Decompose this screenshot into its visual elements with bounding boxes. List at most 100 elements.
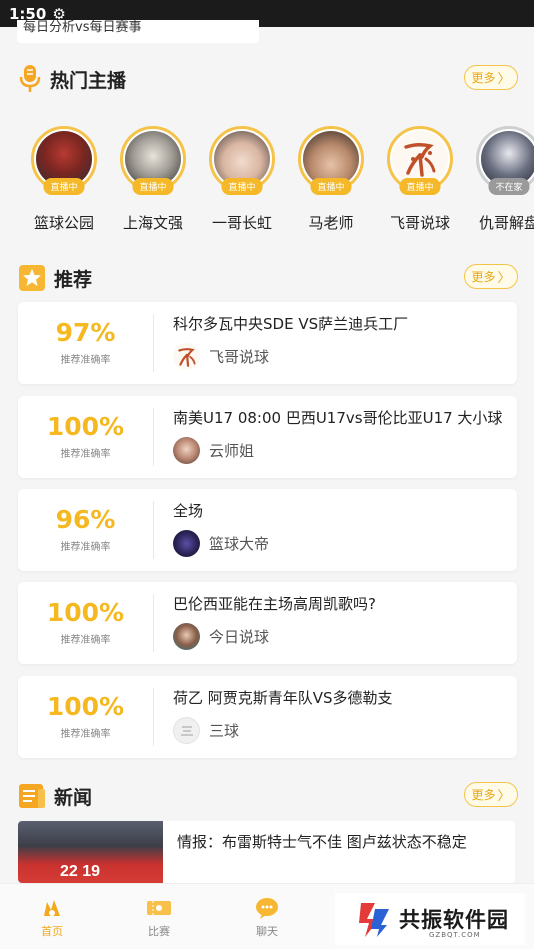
author-avatar: [173, 530, 200, 557]
chevron-right-icon: 〉: [497, 271, 511, 286]
host-item[interactable]: 直播中 马老师: [286, 126, 376, 233]
news-item-title: 情报：布雷斯特士气不佳 图卢兹状态不稳定: [177, 833, 467, 851]
news-header: 新闻 更多〉: [18, 779, 518, 813]
accuracy-label: 推荐准确率: [60, 729, 111, 740]
previous-item-card[interactable]: 每日分析vs每日赛事: [17, 20, 259, 43]
host-name: 仇哥解盘: [478, 214, 534, 232]
host-item[interactable]: 直播中 飞哥说球: [375, 126, 465, 233]
host-avatar: 不在家: [476, 126, 534, 195]
hot-hosts-header: 热门主播 更多〉: [18, 62, 518, 96]
divider: [153, 594, 154, 652]
more-label: 更多: [471, 71, 496, 85]
chevron-right-icon: 〉: [497, 789, 511, 804]
accuracy-rate: 100%: [46, 412, 125, 441]
nav-matches-label: 比赛: [148, 925, 170, 938]
recommend-icon: [19, 265, 45, 291]
author-name: 今日说球: [209, 628, 270, 646]
accuracy-label: 推荐准确率: [60, 355, 111, 366]
news-icon: [19, 784, 45, 808]
live-badge: 直播中: [310, 178, 352, 195]
nav-matches[interactable]: 比赛: [129, 896, 189, 939]
recommend-card[interactable]: 96% 推荐准确率 全场 篮球大帝: [18, 489, 517, 571]
live-badge: 直播中: [221, 178, 263, 195]
accuracy-label: 推荐准确率: [60, 449, 111, 460]
three-lines-icon: [180, 725, 193, 736]
author-name: 三球: [209, 722, 240, 740]
accuracy-rate: 97%: [55, 318, 116, 347]
fei-logo-icon: [404, 142, 436, 177]
author: 三球: [173, 717, 239, 744]
author: 飞哥说球: [173, 343, 269, 370]
hot-hosts-title: 热门主播: [50, 69, 127, 92]
microphone-icon: [19, 65, 41, 92]
divider: [153, 314, 154, 372]
accuracy-label: 推荐准确率: [60, 635, 111, 646]
news-title: 新闻: [54, 786, 93, 809]
jersey-numbers: 22 19: [60, 863, 101, 880]
nav-chat[interactable]: 聊天: [237, 896, 297, 939]
recommend-title: 推荐: [54, 268, 93, 291]
recommend-header: 推荐 更多〉: [18, 261, 518, 295]
author-avatar: [173, 717, 200, 744]
watermark-text: 共振软件园: [399, 908, 509, 932]
divider: [153, 408, 154, 466]
watermark: 共振软件园 GZBQT.COM: [335, 893, 525, 945]
live-badge: 直播中: [132, 178, 174, 195]
divider: [153, 688, 154, 746]
nav-home[interactable]: 首页: [22, 896, 82, 939]
ticket-icon: [146, 896, 172, 920]
offline-badge: 不在家: [488, 178, 530, 195]
accuracy-rate: 100%: [46, 692, 125, 721]
nav-home-label: 首页: [41, 925, 63, 938]
author-name: 云师姐: [209, 442, 255, 460]
recommend-title-text: 科尔多瓦中央SDE VS萨兰迪兵工厂: [173, 315, 409, 333]
host-avatar: 直播中: [120, 126, 186, 195]
host-name: 一哥长虹: [211, 214, 272, 232]
accuracy-rate: 100%: [46, 598, 125, 627]
author-avatar: [173, 343, 200, 370]
host-avatar: 直播中: [31, 126, 97, 195]
host-name: 上海文强: [122, 214, 183, 232]
chat-icon: [254, 896, 280, 920]
author: 今日说球: [173, 623, 269, 650]
divider: [153, 501, 154, 559]
host-item[interactable]: 直播中 一哥长虹: [197, 126, 287, 233]
previous-item-text: 每日分析vs每日赛事: [23, 20, 142, 35]
news-card[interactable]: 22 19 情报：布雷斯特士气不佳 图卢兹状态不稳定: [18, 821, 515, 883]
host-avatar: 直播中: [209, 126, 275, 195]
more-label: 更多: [471, 788, 496, 802]
live-badge: 直播中: [43, 178, 85, 195]
home-icon: [39, 896, 65, 920]
host-item[interactable]: 不在家 仇哥解盘: [464, 126, 534, 233]
recommend-card[interactable]: 100% 推荐准确率 荷乙 阿贾克斯青年队VS多德勒支 三球: [18, 676, 517, 758]
recommend-card[interactable]: 100% 推荐准确率 南美U17 08:00 巴西U17vs哥伦比亚U17 大小…: [18, 396, 517, 478]
recommend-title-text: 巴伦西亚能在主场高周凯歌吗?: [173, 595, 376, 613]
host-name: 飞哥说球: [389, 214, 450, 232]
recommend-card[interactable]: 100% 推荐准确率 巴伦西亚能在主场高周凯歌吗? 今日说球: [18, 582, 517, 664]
recommend-title-text: 荷乙 阿贾克斯青年队VS多德勒支: [173, 689, 393, 707]
recommend-card[interactable]: 97% 推荐准确率 科尔多瓦中央SDE VS萨兰迪兵工厂 飞哥说球: [18, 302, 517, 384]
author-avatar: [173, 623, 200, 650]
recommend-title-text: 全场: [173, 502, 204, 520]
host-item[interactable]: 直播中 篮球公园: [19, 126, 109, 233]
host-item[interactable]: 直播中 上海文强: [108, 126, 198, 233]
hot-hosts-more-button[interactable]: 更多〉: [464, 65, 518, 90]
host-avatar: 直播中: [387, 126, 453, 195]
host-name: 马老师: [308, 214, 354, 232]
hosts-row: 直播中 篮球公园 直播中 上海文强 直播中 一哥长虹 直播中 马老师 直播中 飞…: [0, 126, 534, 236]
fei-logo-icon: [177, 347, 196, 367]
more-label: 更多: [471, 270, 496, 284]
chevron-right-icon: 〉: [497, 72, 511, 87]
news-more-button[interactable]: 更多〉: [464, 782, 518, 807]
host-avatar: 直播中: [298, 126, 364, 195]
author-name: 飞哥说球: [209, 348, 270, 366]
watermark-logo-icon: [359, 903, 389, 937]
author-avatar: [173, 437, 200, 464]
recommend-title-text: 南美U17 08:00 巴西U17vs哥伦比亚U17 大小球: [173, 409, 503, 427]
accuracy-rate: 96%: [55, 505, 116, 534]
recommend-more-button[interactable]: 更多〉: [464, 264, 518, 289]
live-badge: 直播中: [399, 178, 441, 195]
author-name: 篮球大帝: [209, 535, 270, 553]
news-thumbnail: 22 19: [18, 821, 163, 883]
accuracy-label: 推荐准确率: [60, 542, 111, 553]
